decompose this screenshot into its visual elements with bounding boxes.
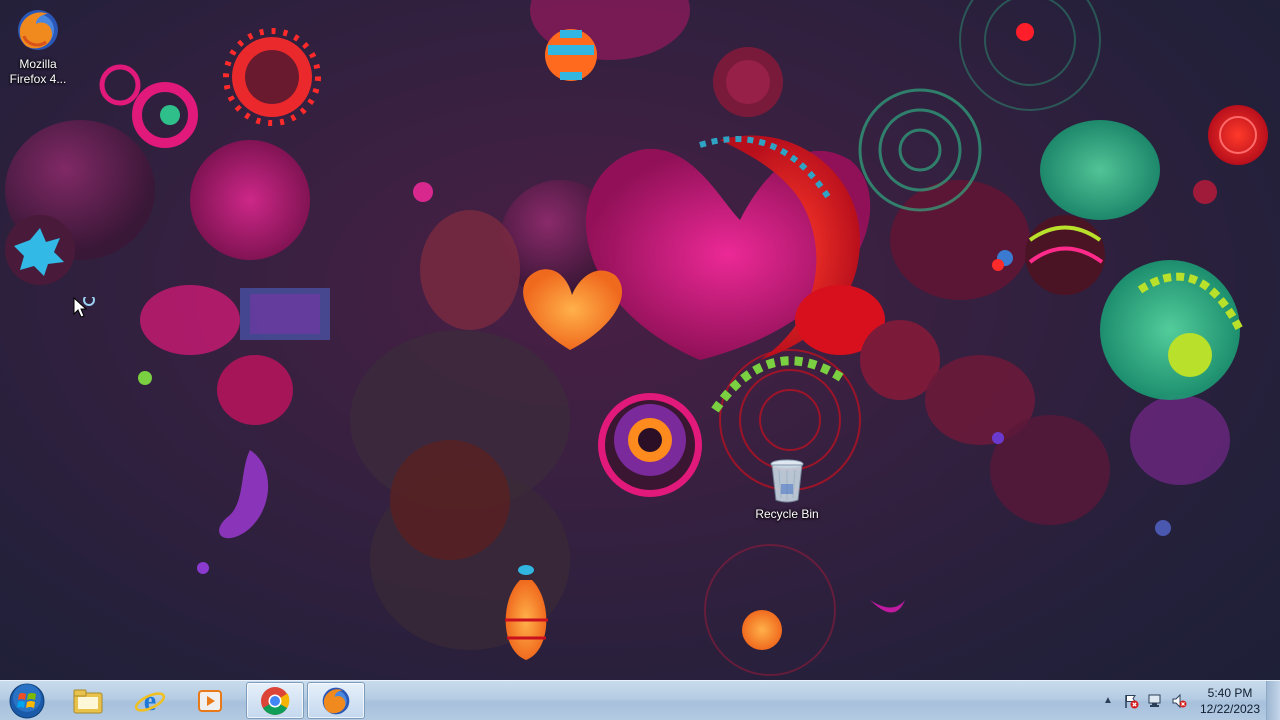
chrome-icon — [261, 686, 290, 715]
start-button[interactable] — [2, 682, 52, 720]
wallpaper — [5, 0, 1268, 676]
desktop-icon-firefox[interactable]: Mozilla Firefox 4... — [0, 6, 76, 87]
tray-network[interactable] — [1146, 693, 1164, 709]
speaker-muted-icon — [1172, 693, 1187, 709]
svg-text:e: e — [144, 686, 156, 717]
taskbar-explorer-button[interactable] — [59, 682, 117, 719]
taskbar-internet-explorer-button[interactable]: e — [121, 682, 179, 719]
chevron-up-icon: ▲ — [1103, 694, 1113, 706]
desktop-icon-recycle-bin[interactable]: Recycle Bin — [749, 458, 825, 522]
taskbar: e ▲ 5:40 PM 12/22/2023 — [0, 680, 1280, 720]
mouse-cursor-busy-icon — [73, 297, 95, 318]
taskbar-firefox-button[interactable] — [307, 682, 365, 719]
taskbar-media-player-button[interactable] — [181, 682, 239, 719]
show-desktop-button[interactable] — [1266, 681, 1280, 720]
taskbar-chrome-button[interactable] — [246, 682, 304, 719]
media-player-icon — [198, 689, 222, 712]
flag-icon — [1125, 695, 1139, 709]
show-hidden-icons-button[interactable]: ▲ — [1099, 692, 1117, 708]
recycle-bin-icon — [770, 459, 804, 503]
system-tray: ▲ 5:40 PM 12/22/2023 — [1095, 681, 1280, 720]
tray-volume[interactable] — [1170, 693, 1188, 709]
clock[interactable]: 5:40 PM 12/22/2023 — [1198, 685, 1262, 717]
desktop-icon-label: Recycle Bin — [755, 507, 819, 521]
desktop[interactable]: Mozilla Firefox 4... Recycle Bin — [0, 0, 1280, 680]
clock-date: 12/22/2023 — [1199, 702, 1261, 716]
tray-action-center[interactable] — [1122, 693, 1140, 709]
firefox-icon — [322, 687, 350, 714]
internet-explorer-icon: e — [134, 686, 166, 717]
windows-logo-icon — [9, 683, 45, 719]
network-icon — [1148, 694, 1161, 707]
desktop-icon-label: Mozilla Firefox 4... — [9, 57, 67, 86]
firefox-icon — [18, 10, 58, 50]
clock-time: 5:40 PM — [1207, 686, 1253, 700]
folder-icon — [73, 689, 103, 713]
